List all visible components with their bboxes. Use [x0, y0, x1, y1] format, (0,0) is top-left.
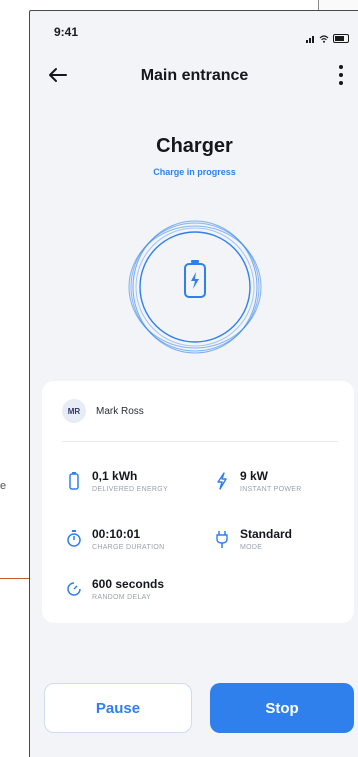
battery-charging-icon — [184, 260, 206, 298]
metric-charge-duration: 00:10:01 CHARGE DURATION — [66, 527, 164, 551]
annotation-letter: e — [0, 480, 7, 492]
stop-button[interactable]: Stop — [210, 683, 354, 733]
metric-label: INSTANT POWER — [240, 486, 302, 493]
metric-instant-power: 9 kW INSTANT POWER — [214, 469, 302, 493]
metric-value: Standard — [240, 527, 293, 541]
phone-screen: 9:41 Main entrance Charger Charge in pro… — [29, 10, 358, 757]
app-header: Main entrance — [30, 55, 358, 95]
charger-title: Charger — [156, 135, 233, 157]
stopwatch-icon — [67, 530, 81, 547]
battery-status-icon — [333, 34, 349, 43]
metric-label: DELIVERED ENERGY — [92, 486, 168, 493]
metric-delivered-energy: 0,1 kWh DELIVERED ENERGY — [66, 469, 168, 493]
plug-icon — [216, 531, 228, 548]
charge-status: Charge in progress — [153, 167, 236, 177]
avatar: MR — [62, 399, 86, 423]
timer-icon — [67, 582, 81, 596]
divider — [62, 441, 338, 442]
metric-value: 600 seconds — [92, 577, 165, 591]
session-card: MR Mark Ross 0,1 kWh DELIVERED ENERGY 9 … — [42, 381, 354, 623]
user-name: Mark Ross — [96, 405, 144, 417]
metric-label: MODE — [240, 544, 263, 551]
battery-icon — [69, 472, 79, 490]
charging-animation — [124, 216, 266, 358]
metric-value: 0,1 kWh — [92, 469, 138, 483]
metric-random-delay: 600 seconds RANDOM DELAY — [66, 577, 164, 601]
wifi-icon — [319, 35, 329, 43]
user-row: MR Mark Ross — [62, 399, 144, 423]
metric-value: 00:10:01 — [92, 527, 141, 541]
metric-value: 9 kW — [240, 469, 269, 483]
status-time: 9:41 — [54, 25, 79, 39]
metric-label: CHARGE DURATION — [92, 544, 165, 551]
lightning-icon — [217, 472, 227, 490]
signal-icon — [306, 25, 315, 43]
status-icons — [306, 25, 349, 43]
pause-button[interactable]: Pause — [44, 683, 192, 733]
status-bar: 9:41 — [30, 11, 358, 45]
more-menu-button[interactable] — [331, 61, 351, 89]
page-title: Main entrance — [140, 67, 249, 84]
metric-mode: Standard MODE — [214, 527, 292, 551]
metric-label: RANDOM DELAY — [92, 594, 152, 601]
